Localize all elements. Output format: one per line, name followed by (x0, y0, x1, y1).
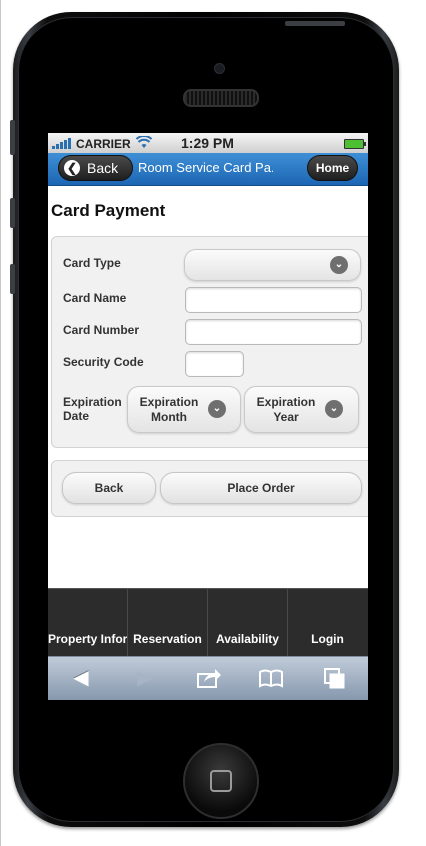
chevron-down-icon: ⌄ (208, 400, 226, 418)
app-screen: CARRIER 1:29 PM ❮ Back Room Service Card… (48, 133, 368, 700)
page-title: Card Payment (51, 201, 166, 220)
mute-switch (10, 120, 15, 155)
card-name-label: Card Name (63, 291, 127, 305)
page-edge-line (0, 0, 1, 846)
tabs-icon[interactable] (320, 665, 350, 691)
chevron-down-icon: ⌄ (330, 256, 348, 274)
forward-arrow-icon: ▶ (137, 667, 153, 689)
hardware-home-button[interactable] (183, 743, 259, 819)
place-order-button[interactable]: Place Order (160, 472, 362, 504)
exp-month-line1: Expiration (139, 395, 199, 409)
signal-strength-icon (52, 138, 71, 149)
nav-label: Availability (216, 632, 279, 646)
nav-item-availability[interactable]: Availability (208, 589, 288, 657)
header-title: Room Service Card Pa... (138, 160, 273, 175)
card-type-label: Card Type (63, 256, 121, 270)
header-home-button[interactable]: Home (307, 155, 358, 181)
status-time: 1:29 PM (181, 135, 234, 151)
back-button[interactable]: Back (62, 472, 156, 504)
security-code-label: Security Code (63, 355, 144, 369)
volume-down-button (10, 264, 15, 294)
card-type-select[interactable]: ⌄ (184, 249, 361, 281)
volume-up-button (10, 198, 15, 228)
back-chevron-icon: ❮ (64, 160, 80, 176)
earpiece-speaker (183, 89, 259, 107)
expiration-label-line1: Expiration (63, 395, 122, 409)
security-code-field[interactable] (185, 351, 244, 377)
nav-item-login[interactable]: Login (288, 589, 367, 657)
expiration-month-select[interactable]: Expiration Month ⌄ (127, 386, 241, 433)
exp-year-line2: Year (273, 410, 299, 424)
status-bar: CARRIER 1:29 PM (48, 133, 368, 153)
app-header: ❮ Back Room Service Card Pa... Home (48, 153, 368, 186)
wifi-icon (136, 136, 152, 148)
nav-label: Property Infor (48, 632, 128, 646)
card-number-field[interactable] (185, 319, 362, 345)
card-name-field[interactable] (185, 287, 362, 313)
power-button (285, 21, 345, 26)
header-back-button[interactable]: ❮ Back (58, 155, 133, 181)
carrier-name: CARRIER (76, 137, 131, 151)
bookmarks-icon[interactable] (256, 665, 286, 691)
nav-item-reservation[interactable]: Reservation (128, 589, 208, 657)
share-icon[interactable] (193, 665, 223, 691)
expiration-label-line2: Date (63, 409, 90, 423)
expiration-year-select[interactable]: Expiration Year ⌄ (244, 386, 359, 433)
form-actions: Back Place Order (51, 460, 368, 517)
card-number-label: Card Number (63, 323, 140, 337)
front-camera (214, 63, 225, 74)
payment-form: Card Type ⌄ Card Name Card Number Securi… (51, 236, 368, 448)
browser-toolbar: ◀ ▶ (48, 656, 368, 700)
header-back-label: Back (87, 160, 119, 176)
home-square-icon (210, 770, 232, 792)
back-arrow-icon[interactable]: ◀ (66, 665, 96, 691)
bottom-navbar: Property Infor Reservation Availability … (48, 588, 368, 657)
nav-label: Login (311, 632, 344, 646)
chevron-down-icon: ⌄ (325, 400, 343, 418)
exp-year-line1: Expiration (256, 395, 316, 409)
nav-item-property-info[interactable]: Property Infor (48, 589, 128, 657)
battery-icon (344, 139, 366, 149)
exp-month-line2: Month (151, 410, 187, 424)
nav-label: Reservation (133, 632, 202, 646)
